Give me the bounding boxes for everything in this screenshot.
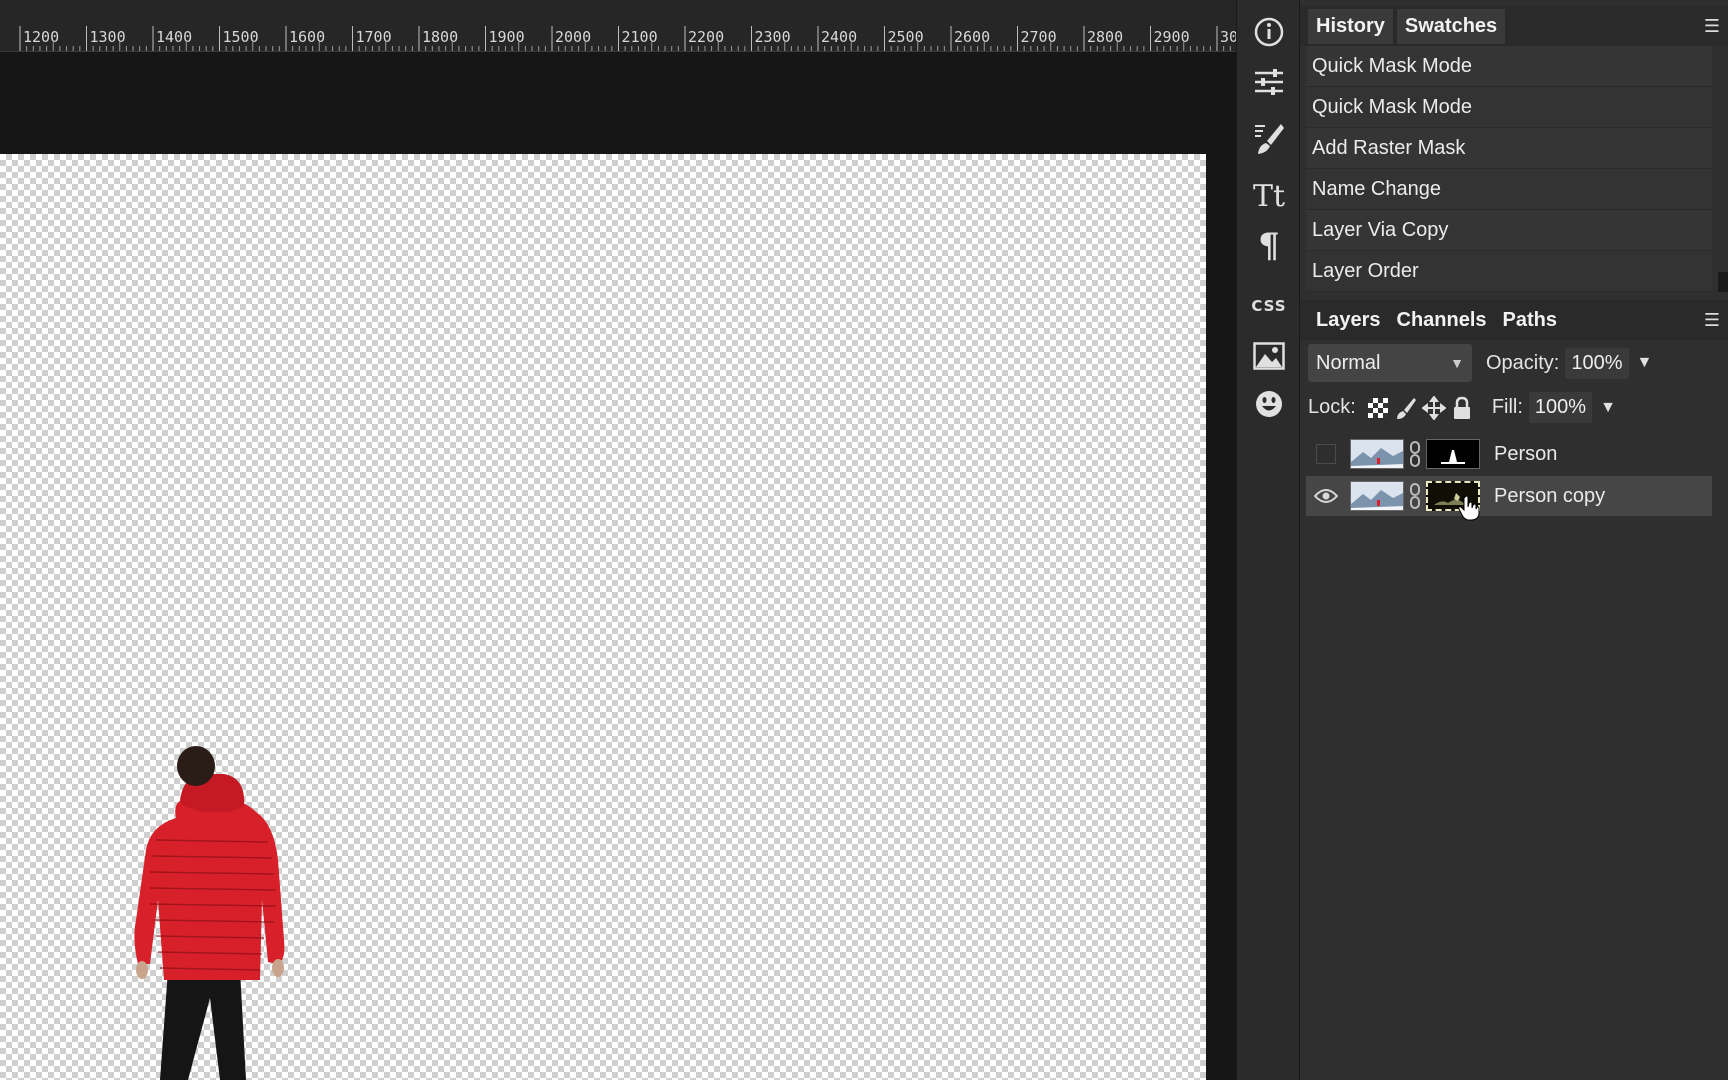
info-icon[interactable]	[1249, 12, 1289, 52]
ruler-label: 1300	[90, 28, 126, 46]
history-item[interactable]: Quick Mask Mode	[1306, 87, 1712, 128]
history-item[interactable]: Layer Order	[1306, 251, 1712, 292]
layer-row-person-copy[interactable]: Person copy	[1306, 476, 1712, 521]
visibility-toggle[interactable]	[1306, 476, 1346, 516]
eye-icon	[1314, 489, 1338, 503]
hand-cursor-icon	[1458, 495, 1480, 521]
layer-thumbnail	[1350, 439, 1404, 469]
history-item[interactable]: Name Change	[1306, 169, 1712, 210]
ruler-label: 2900	[1154, 28, 1190, 46]
ruler-label: 1400	[156, 28, 192, 46]
ruler-label: 1800	[422, 28, 458, 46]
history-item[interactable]: Layer Via Copy	[1306, 210, 1712, 251]
ruler-label: 2300	[755, 28, 791, 46]
history-item[interactable]: Quick Mask Mode	[1306, 46, 1712, 87]
tab-swatches[interactable]: Swatches	[1396, 8, 1506, 44]
ruler-label: 1200	[23, 28, 59, 46]
layer-row-person[interactable]: Person	[1306, 434, 1712, 474]
history-menu-icon[interactable]: ☰	[1704, 16, 1720, 37]
character-icon[interactable]: Tt	[1249, 176, 1289, 216]
lock-pixels-icon[interactable]	[1392, 394, 1420, 422]
fill-label: Fill:	[1491, 396, 1523, 418]
image-icon[interactable]	[1249, 336, 1289, 376]
brush-settings-icon[interactable]	[1249, 118, 1289, 158]
tab-history[interactable]: History	[1308, 8, 1393, 44]
visibility-off-box	[1316, 444, 1336, 464]
lock-label: Lock:	[1308, 396, 1356, 418]
ruler-label: 2000	[555, 28, 591, 46]
layer-name[interactable]: Person	[1494, 443, 1557, 466]
layer-thumbnail	[1350, 481, 1404, 511]
layer-mask-thumbnail[interactable]	[1426, 439, 1480, 469]
history-list: Quick Mask Mode Quick Mask Mode Add Rast…	[1306, 46, 1712, 292]
layer-name[interactable]: Person copy	[1494, 485, 1605, 508]
right-panel: History Swatches ☰ Quick Mask Mode Quick…	[1300, 0, 1728, 1080]
history-tabbar: History Swatches ☰	[1300, 6, 1728, 46]
chain-link-icon[interactable]	[1408, 483, 1422, 509]
chain-link-icon[interactable]	[1408, 441, 1422, 467]
lock-transparency-icon[interactable]	[1364, 394, 1392, 422]
tab-channels[interactable]: Channels	[1389, 303, 1495, 338]
layers-menu-icon[interactable]: ☰	[1704, 310, 1720, 331]
history-item[interactable]: Add Raster Mask	[1306, 128, 1712, 169]
blend-mode-select[interactable]: Normal ▼	[1308, 344, 1472, 382]
layers-tabbar: Layers Channels Paths ☰	[1300, 300, 1728, 340]
ruler-label: 1900	[489, 28, 525, 46]
ruler-label: 2600	[954, 28, 990, 46]
ruler-label: 2100	[622, 28, 658, 46]
ruler-label: 1700	[356, 28, 392, 46]
ruler-label: 2800	[1087, 28, 1123, 46]
tab-paths[interactable]: Paths	[1495, 303, 1565, 338]
ruler-label: 2700	[1021, 28, 1057, 46]
chevron-down-icon: ▼	[1450, 355, 1464, 371]
emoji-icon[interactable]	[1249, 384, 1289, 424]
layer-mask-thumbnail-active[interactable]	[1426, 481, 1480, 521]
horizontal-ruler[interactable]: 1200 1300 1400 1500 1600 1700 1800 1900 2000 2100…	[0, 0, 1236, 52]
visibility-toggle[interactable]	[1306, 434, 1346, 474]
blend-mode-value: Normal	[1316, 351, 1381, 374]
document-canvas[interactable]	[0, 154, 1206, 1080]
opacity-label: Opacity:	[1486, 351, 1560, 374]
tab-layers[interactable]: Layers	[1308, 303, 1389, 338]
panel-toolstrip: Tt ¶ CSS	[1236, 0, 1300, 1080]
ruler-label: 2500	[888, 28, 924, 46]
ruler-label: 300	[1220, 28, 1236, 46]
adjustments-icon[interactable]	[1249, 62, 1289, 102]
blend-opacity-row: Normal ▼ Opacity: 100% ▼	[1308, 344, 1652, 382]
paragraph-icon[interactable]: ¶	[1249, 226, 1289, 266]
photo-editor-app: 1200 1300 1400 1500 1600 1700 1800 1900 2000 2100…	[0, 0, 1728, 1080]
lock-fill-row: Lock: Fill: 100% ▼	[1308, 392, 1616, 423]
lock-all-icon[interactable]	[1448, 394, 1476, 422]
ruler-label: 2200	[688, 28, 724, 46]
lock-position-icon[interactable]	[1420, 394, 1448, 422]
opacity-input[interactable]: 100%	[1565, 347, 1629, 379]
canvas-workspace[interactable]	[0, 52, 1236, 1080]
ruler-label: 1600	[289, 28, 325, 46]
ruler-label: 1500	[223, 28, 259, 46]
fill-dropdown-icon[interactable]: ▼	[1600, 399, 1616, 417]
history-scrollbar[interactable]	[1718, 272, 1728, 292]
opacity-dropdown-icon[interactable]: ▼	[1637, 354, 1653, 372]
ruler-label: 2400	[821, 28, 857, 46]
css-icon[interactable]: CSS	[1249, 286, 1289, 326]
fill-input[interactable]: 100%	[1528, 392, 1593, 423]
person-figure	[134, 746, 285, 1080]
